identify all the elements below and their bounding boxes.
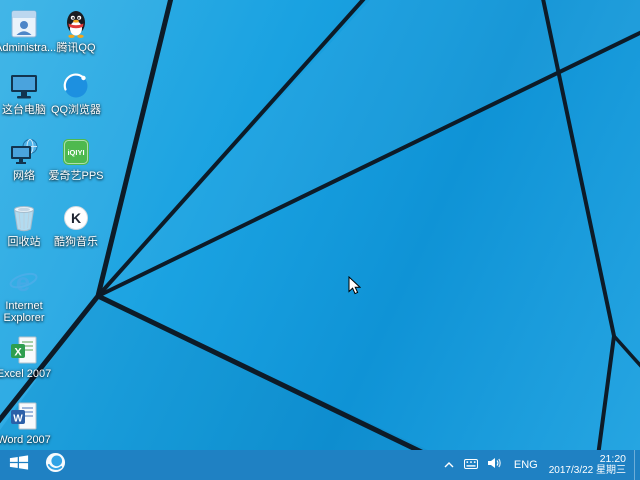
chevron-up-icon — [444, 456, 454, 474]
icon-label: 这台电脑 — [0, 104, 53, 116]
taskbar: ENG 21:20 2017/3/22 星期三 — [0, 450, 640, 480]
desktop-icon-excel-2007[interactable]: X Excel 2007 — [0, 334, 53, 380]
icon-label: 腾讯QQ — [47, 42, 105, 54]
hidden-icons-button[interactable] — [439, 450, 459, 480]
tray-time: 21:20 — [549, 453, 626, 465]
browser-app-icon — [45, 452, 66, 478]
desktop-icon-network[interactable]: 网络 — [0, 136, 53, 182]
system-tray: ENG 21:20 2017/3/22 星期三 — [439, 450, 640, 480]
icon-label: Internet Explorer — [0, 300, 53, 324]
speaker-icon — [488, 456, 502, 474]
qq-browser-icon — [60, 70, 92, 102]
desktop-icon-administrator[interactable]: Administra... — [0, 8, 53, 54]
icon-label: Administra... — [0, 42, 53, 54]
iqiyi-pps-icon: iQIYI — [60, 136, 92, 168]
touch-keyboard-button[interactable] — [459, 450, 483, 480]
clock[interactable]: 21:20 2017/3/22 星期三 — [545, 453, 634, 477]
desktop-icon-word-2007[interactable]: W Word 2007 — [0, 400, 53, 446]
icon-label: Word 2007 — [0, 434, 53, 446]
icon-label: 爱奇艺PPS — [47, 170, 105, 182]
kugou-icon: K — [60, 202, 92, 234]
excel-icon: X — [8, 334, 40, 366]
desktop-icon-qq-browser[interactable]: QQ浏览器 — [47, 70, 105, 116]
svg-text:X: X — [14, 347, 22, 359]
desktop-icon-internet-explorer[interactable]: e Internet Explorer — [0, 266, 53, 324]
mouse-cursor — [348, 276, 361, 300]
desktop-icon-tencent-qq[interactable]: 腾讯QQ — [47, 8, 105, 54]
internet-explorer-icon: e — [8, 266, 40, 298]
icon-label: 酷狗音乐 — [47, 236, 105, 248]
desktop-icon-recycle-bin[interactable]: 回收站 — [0, 202, 53, 248]
icon-label: 网络 — [0, 170, 53, 182]
svg-text:W: W — [13, 414, 23, 425]
windows-logo-icon — [9, 454, 29, 476]
start-button[interactable] — [0, 450, 38, 480]
language-indicator[interactable]: ENG — [507, 459, 545, 471]
tray-date: 2017/3/22 星期三 — [549, 465, 626, 477]
show-desktop-button[interactable] — [634, 450, 640, 480]
desktop-icon-iqiyi-pps[interactable]: iQIYI 爱奇艺PPS — [47, 136, 105, 182]
volume-button[interactable] — [483, 450, 507, 480]
icon-label: QQ浏览器 — [47, 104, 105, 116]
computer-icon — [8, 70, 40, 102]
network-icon — [8, 136, 40, 168]
recycle-bin-icon — [8, 202, 40, 234]
word-icon: W — [8, 400, 40, 432]
user-files-icon — [8, 8, 40, 40]
taskbar-pinned-browser[interactable] — [38, 450, 72, 480]
desktop: Administra... 这台电脑 网络 — [0, 0, 640, 480]
svg-text:K: K — [71, 210, 81, 226]
qq-penguin-icon — [60, 8, 92, 40]
svg-text:iQIYI: iQIYI — [67, 148, 84, 157]
svg-text:e: e — [16, 267, 30, 297]
icon-label: Excel 2007 — [0, 368, 53, 380]
desktop-icon-kugou-music[interactable]: K 酷狗音乐 — [47, 202, 105, 248]
keyboard-icon — [464, 456, 478, 474]
desktop-icon-this-pc[interactable]: 这台电脑 — [0, 70, 53, 116]
icon-label: 回收站 — [0, 236, 53, 248]
